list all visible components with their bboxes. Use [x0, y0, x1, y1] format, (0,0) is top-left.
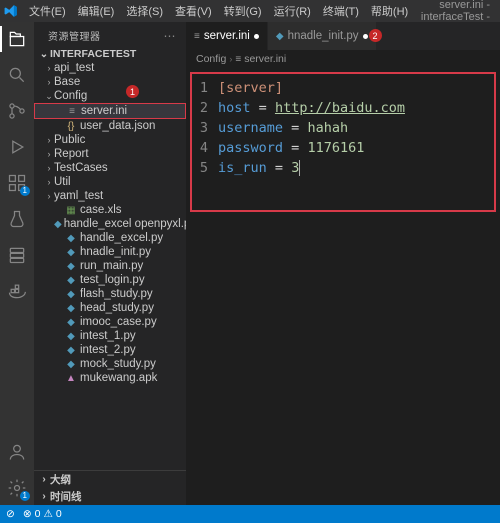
menu-item[interactable]: 运行(R)	[269, 2, 316, 20]
folder-Util[interactable]: ›Util	[34, 175, 186, 189]
explorer-title: 资源管理器⋯	[34, 22, 186, 47]
status-problems[interactable]: ⊗0 ⚠0	[23, 508, 62, 520]
file-item[interactable]: ◆intest_2.py	[34, 343, 186, 357]
folder-Config[interactable]: ⌄Config	[34, 89, 186, 103]
file-tree: ›api_test›Base⌄Config1≡server.ini{}user_…	[34, 61, 186, 470]
file-item[interactable]: ◆test_login.py	[34, 273, 186, 287]
sidebar: 资源管理器⋯ ⌄INTERFACETEST ›api_test›Base⌄Con…	[34, 22, 186, 505]
scm-icon[interactable]	[6, 100, 28, 122]
folder-Base[interactable]: ›Base	[34, 75, 186, 89]
menu-item[interactable]: 查看(V)	[170, 2, 217, 20]
more-icon[interactable]: ⋯	[164, 29, 177, 43]
menu-item[interactable]: 选择(S)	[121, 2, 168, 20]
menu-item[interactable]: 帮助(H)	[366, 2, 413, 20]
activity-bar: 1 1	[0, 22, 34, 505]
status-sync[interactable]: ⊘	[6, 508, 15, 520]
vscode-icon	[4, 4, 18, 18]
explorer-icon[interactable]	[6, 28, 28, 50]
project-header[interactable]: ⌄INTERFACETEST	[34, 47, 186, 61]
menu-item[interactable]: 文件(E)	[24, 2, 71, 20]
menu-item[interactable]: 终端(T)	[318, 2, 364, 20]
file-icon: ≡	[235, 54, 241, 65]
editor-tabs: ≡server.ini◆hnadle_init.py2	[186, 22, 500, 50]
file-item[interactable]: ◆imooc_case.py	[34, 315, 186, 329]
file-item[interactable]: ▦case.xls	[34, 203, 186, 217]
editor-area: ≡server.ini◆hnadle_init.py2 Config › ≡ s…	[186, 22, 500, 505]
tab-hnadle_init.py[interactable]: ◆hnadle_init.py2	[268, 22, 377, 50]
gear-badge: 1	[20, 491, 30, 501]
test-icon[interactable]	[6, 208, 28, 230]
status-bar: ⊘ ⊗0 ⚠0	[0, 505, 500, 523]
chevron-right-icon: ›	[229, 54, 232, 64]
code-area[interactable]: [server]host = http://baidu.comusername …	[218, 78, 494, 206]
editor-content[interactable]: 12345 [server]host = http://baidu.comuse…	[186, 68, 500, 505]
debug-icon[interactable]	[6, 136, 28, 158]
folder-Public[interactable]: ›Public	[34, 133, 186, 147]
search-icon[interactable]	[6, 64, 28, 86]
file-item[interactable]: ◆handle_excel openpyxl.py	[34, 217, 186, 231]
file-item[interactable]: ≡server.ini	[34, 103, 186, 119]
extensions-icon[interactable]: 1	[6, 172, 28, 194]
menu-item[interactable]: 编辑(E)	[73, 2, 120, 20]
folder-yaml_test[interactable]: ›yaml_test	[34, 189, 186, 203]
tab-server.ini[interactable]: ≡server.ini	[186, 22, 268, 50]
folder-api_test[interactable]: ›api_test	[34, 61, 186, 75]
menu-item[interactable]: 转到(G)	[219, 2, 267, 20]
menu-bar: 文件(E)编辑(E)选择(S)查看(V)转到(G)运行(R)终端(T)帮助(H)	[24, 2, 413, 20]
gear-icon[interactable]: 1	[6, 477, 28, 499]
docker-icon[interactable]	[6, 280, 28, 302]
folder-Report[interactable]: ›Report	[34, 147, 186, 161]
timeline-section[interactable]: ›时间线	[34, 488, 186, 505]
breadcrumb[interactable]: Config › ≡ server.ini	[186, 50, 500, 68]
account-icon[interactable]	[6, 441, 28, 463]
file-item[interactable]: ◆hnadle_init.py	[34, 245, 186, 259]
file-item[interactable]: ◆head_study.py	[34, 301, 186, 315]
ext-badge: 1	[20, 186, 30, 196]
window-title: server.ini - interfaceTest -	[413, 0, 496, 23]
outline-section[interactable]: ›大纲	[34, 471, 186, 488]
db-icon[interactable]	[6, 244, 28, 266]
file-item[interactable]: ◆mock_study.py	[34, 357, 186, 371]
file-item[interactable]: {}user_data.json	[34, 119, 186, 133]
folder-TestCases[interactable]: ›TestCases	[34, 161, 186, 175]
file-item[interactable]: ◆run_main.py	[34, 259, 186, 273]
file-item[interactable]: ◆flash_study.py	[34, 287, 186, 301]
file-item[interactable]: ◆handle_excel.py	[34, 231, 186, 245]
title-bar: 文件(E)编辑(E)选择(S)查看(V)转到(G)运行(R)终端(T)帮助(H)…	[0, 0, 500, 22]
file-item[interactable]: ▲mukewang.apk	[34, 371, 186, 385]
line-gutter: 12345	[192, 78, 218, 206]
file-item[interactable]: ◆intest_1.py	[34, 329, 186, 343]
